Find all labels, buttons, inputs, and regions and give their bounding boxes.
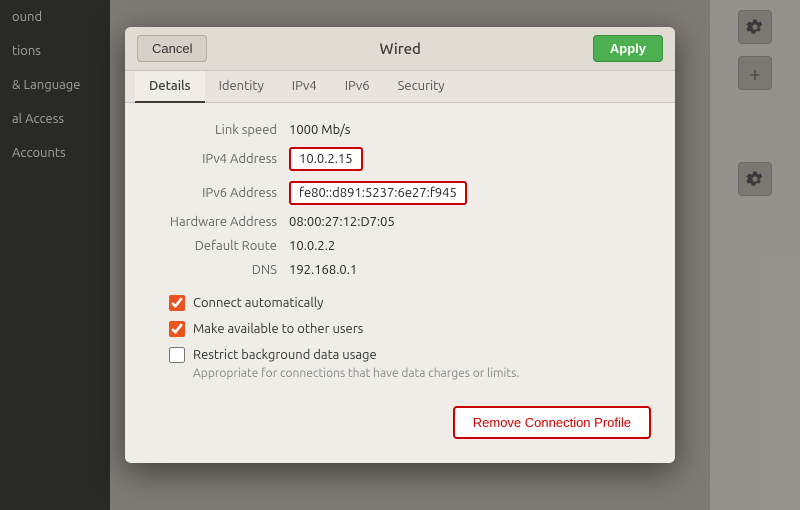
ipv6-row: IPv6 Address fe80::d891:5237:6e27:f945 — [149, 181, 651, 205]
hardware-value: 08:00:27:12:D7:05 — [289, 215, 395, 229]
dns-label: DNS — [149, 263, 289, 277]
default-route-value: 10.0.2.2 — [289, 239, 335, 253]
dialog-header: Cancel Wired Apply — [125, 27, 675, 71]
modal-overlay: Cancel Wired Apply Details Identity IPv4… — [0, 0, 800, 510]
link-speed-label: Link speed — [149, 123, 289, 137]
restrict-sublabel: Appropriate for connections that have da… — [193, 367, 651, 380]
default-route-row: Default Route 10.0.2.2 — [149, 239, 651, 253]
tab-security[interactable]: Security — [384, 71, 459, 103]
ipv6-value: fe80::d891:5237:6e27:f945 — [289, 181, 467, 205]
tab-bar: Details Identity IPv4 IPv6 Security — [125, 71, 675, 103]
link-speed-value: 1000 Mb/s — [289, 123, 350, 137]
remove-btn-container: Remove Connection Profile — [149, 396, 651, 439]
ipv4-label: IPv4 Address — [149, 152, 289, 166]
ipv4-row: IPv4 Address 10.0.2.15 — [149, 147, 651, 171]
tab-ipv6[interactable]: IPv6 — [331, 71, 384, 103]
apply-button[interactable]: Apply — [593, 35, 663, 62]
dialog-body: Link speed 1000 Mb/s IPv4 Address 10.0.2… — [125, 103, 675, 463]
make-available-row: Make available to other users — [169, 321, 651, 337]
remove-connection-button[interactable]: Remove Connection Profile — [453, 406, 651, 439]
ipv6-label: IPv6 Address — [149, 186, 289, 200]
dns-value: 192.168.0.1 — [289, 263, 357, 277]
connect-auto-row: Connect automatically — [169, 295, 651, 311]
connect-auto-label: Connect automatically — [193, 296, 323, 310]
restrict-checkbox[interactable] — [169, 347, 185, 363]
make-available-checkbox[interactable] — [169, 321, 185, 337]
hardware-label: Hardware Address — [149, 215, 289, 229]
dns-row: DNS 192.168.0.1 — [149, 263, 651, 277]
restrict-label: Restrict background data usage — [193, 348, 377, 362]
ipv4-value: 10.0.2.15 — [289, 147, 363, 171]
restrict-row: Restrict background data usage — [169, 347, 651, 363]
tab-ipv4[interactable]: IPv4 — [278, 71, 331, 103]
hardware-row: Hardware Address 08:00:27:12:D7:05 — [149, 215, 651, 229]
tab-identity[interactable]: Identity — [205, 71, 278, 103]
dialog-title: Wired — [207, 40, 592, 57]
checkboxes-section: Connect automatically Make available to … — [169, 295, 651, 380]
connect-auto-checkbox[interactable] — [169, 295, 185, 311]
make-available-label: Make available to other users — [193, 322, 363, 336]
link-speed-row: Link speed 1000 Mb/s — [149, 123, 651, 137]
cancel-button[interactable]: Cancel — [137, 35, 207, 62]
tab-details[interactable]: Details — [135, 71, 205, 103]
wired-dialog: Cancel Wired Apply Details Identity IPv4… — [125, 27, 675, 463]
default-route-label: Default Route — [149, 239, 289, 253]
